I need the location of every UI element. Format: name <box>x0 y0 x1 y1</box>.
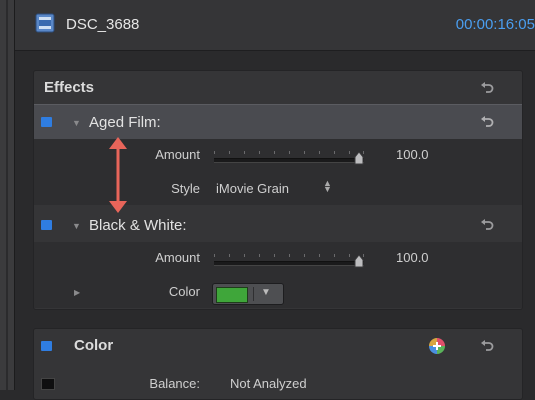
balance-value: Not Analyzed <box>230 376 307 391</box>
disclosure-triangle-icon[interactable]: ▼ <box>72 221 81 231</box>
color-title: Color <box>74 337 114 354</box>
param-label: Color <box>168 284 200 299</box>
aged-film-enable-checkbox[interactable] <box>41 117 52 127</box>
param-row-color: ▶ Color ▼ <box>34 276 522 308</box>
balance-label: Balance: <box>149 376 200 391</box>
amount-slider[interactable] <box>214 151 364 165</box>
effects-title: Effects <box>44 79 95 96</box>
timeline-edge <box>0 0 15 390</box>
amount-slider[interactable] <box>214 254 364 268</box>
timecode: 00:00:16:05 <box>455 16 535 33</box>
param-row-amount: Amount 100.0 <box>34 242 522 274</box>
chevron-down-icon[interactable]: ▼ <box>261 287 271 298</box>
slider-track <box>214 158 364 163</box>
effect-name: Aged Film: <box>89 114 161 131</box>
param-value[interactable]: 100.0 <box>396 147 429 162</box>
param-value[interactable]: 100.0 <box>396 250 429 265</box>
style-popup[interactable]: iMovie Grain <box>216 181 289 196</box>
color-panel: Color Balance: Not Analyzed <box>33 328 523 400</box>
reset-arrow-icon[interactable] <box>480 81 494 95</box>
color-header[interactable]: Color <box>34 329 522 362</box>
reset-arrow-icon[interactable] <box>480 115 494 129</box>
reset-arrow-icon[interactable] <box>480 339 494 353</box>
color-swatch[interactable] <box>216 287 248 303</box>
param-label: Amount <box>155 147 200 162</box>
film-clip-icon <box>35 13 55 33</box>
popup-arrows-icon[interactable]: ▲ ▼ <box>323 179 332 194</box>
balance-checkbox[interactable] <box>41 378 55 390</box>
black-white-enable-checkbox[interactable] <box>41 220 52 230</box>
effect-name: Black & White: <box>89 217 187 234</box>
clip-name: DSC_3688 <box>66 16 140 33</box>
add-color-icon[interactable] <box>428 337 446 355</box>
color-enable-checkbox[interactable] <box>41 341 52 351</box>
color-well[interactable]: ▼ <box>212 283 284 305</box>
effects-header[interactable]: Effects <box>34 71 522 104</box>
slider-track <box>214 261 364 266</box>
slider-knob[interactable] <box>354 254 364 268</box>
divider <box>253 287 254 301</box>
slider-knob[interactable] <box>354 151 364 165</box>
disclosure-triangle-icon[interactable]: ▼ <box>72 118 81 128</box>
black-white-params: Amount 100.0 ▶ Color ▼ <box>34 242 522 308</box>
param-label: Style <box>171 181 200 196</box>
reset-arrow-icon[interactable] <box>480 218 494 232</box>
balance-row: Balance: Not Analyzed <box>34 373 522 397</box>
reorder-arrow-annotation <box>109 137 127 213</box>
inspector-header: DSC_3688 00:00:16:05 <box>15 0 535 51</box>
param-label: Amount <box>155 250 200 265</box>
disclosure-triangle-icon[interactable]: ▶ <box>74 288 80 297</box>
